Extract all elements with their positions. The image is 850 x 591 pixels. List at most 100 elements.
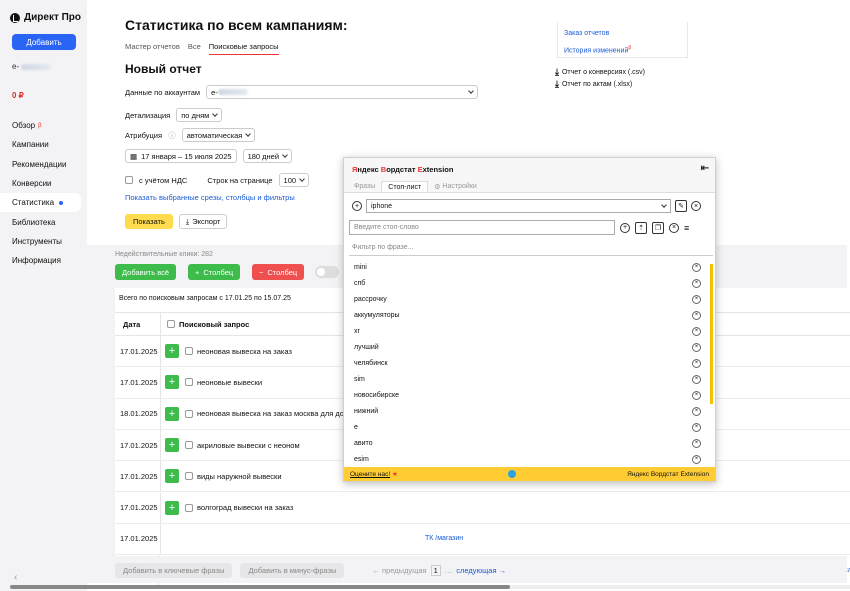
scrollbar-thumb[interactable]: [10, 585, 510, 589]
sidebar-item-recommendations[interactable]: Рекомендации: [0, 155, 87, 174]
order-reports-link[interactable]: Заказ отчетов: [564, 27, 681, 41]
remove-word-icon[interactable]: ×: [692, 278, 701, 288]
remove-word-icon[interactable]: ×: [692, 326, 701, 336]
sidebar-item-overview[interactable]: Обзор β: [0, 116, 87, 135]
tab-report-master[interactable]: Мастер отчетов: [125, 42, 180, 55]
tab-settings[interactable]: ⚙ Настройки: [428, 181, 483, 192]
sidebar-item-tools[interactable]: Инструменты: [0, 232, 87, 251]
filter-input[interactable]: Фильтр по фразе...: [349, 240, 713, 256]
date-range-picker[interactable]: ▦ 17 января – 15 июля 2025: [125, 149, 237, 163]
tab-all[interactable]: Все: [188, 42, 201, 55]
attribution-select[interactable]: автоматическая: [181, 128, 256, 142]
list-row: + iphone ✎ ×: [352, 199, 701, 213]
exit-icon[interactable]: ⇤: [701, 163, 709, 174]
show-slices-link[interactable]: Показать выбранные срезы, столбцы и филь…: [125, 193, 295, 202]
days-select[interactable]: 180 дней: [242, 149, 293, 163]
sidebar-item-statistics[interactable]: Статистика: [0, 193, 81, 213]
horizontal-scrollbar[interactable]: [10, 585, 850, 589]
conversions-report-download[interactable]: ⤓ Отчет о конверсиях (.csv): [555, 67, 645, 78]
toggle-switch[interactable]: [315, 266, 339, 278]
prev-page-link[interactable]: ← предыдущая: [372, 566, 426, 575]
query-text: неоновые вывески: [197, 377, 263, 387]
add-list-icon[interactable]: +: [352, 201, 362, 211]
help-icon[interactable]: ⓘ: [168, 130, 176, 141]
remove-word-icon[interactable]: ×: [692, 454, 701, 464]
remove-word-icon[interactable]: ×: [692, 374, 701, 384]
show-button[interactable]: Показать: [125, 214, 173, 229]
balance[interactable]: 0 ₽: [12, 91, 24, 100]
row-checkbox[interactable]: [185, 472, 193, 481]
row-checkbox[interactable]: [185, 409, 193, 418]
remove-word-icon[interactable]: ×: [692, 358, 701, 368]
remove-word-icon[interactable]: ×: [692, 406, 701, 416]
remove-word-icon[interactable]: ×: [692, 294, 701, 304]
remove-word-icon[interactable]: ×: [692, 422, 701, 432]
stop-word-item: спб ×: [349, 275, 713, 291]
remove-word-icon[interactable]: ×: [692, 438, 701, 448]
export-button[interactable]: ⤓ Экспорт: [178, 214, 228, 229]
add-phrase-button[interactable]: +: [165, 500, 179, 515]
list-scrollbar[interactable]: [710, 264, 713, 404]
vat-checkbox[interactable]: [125, 176, 133, 184]
rows-select[interactable]: 100: [278, 173, 310, 187]
remove-word-icon[interactable]: ×: [692, 310, 701, 320]
stop-word-item: е ×: [349, 419, 713, 435]
telegram-icon[interactable]: [508, 470, 517, 478]
detail-select[interactable]: по дням: [176, 108, 223, 122]
remove-word-icon[interactable]: ×: [692, 262, 701, 272]
add-all-button[interactable]: Добавить всё: [115, 264, 177, 280]
account-selector[interactable]: е-: [12, 62, 52, 71]
stopword-input[interactable]: Введите стоп-слово: [349, 220, 615, 235]
sort-icon[interactable]: ≡: [684, 223, 689, 233]
row-checkbox[interactable]: [185, 378, 193, 387]
remove-column-button[interactable]: − Столбец: [252, 264, 305, 280]
chevron-down-icon: [661, 202, 667, 208]
column-header-date[interactable]: Дата: [115, 313, 161, 335]
export-icon: ⤓: [185, 216, 190, 226]
rate-us-link[interactable]: Оцените нас!: [350, 471, 390, 478]
collapse-sidebar-icon[interactable]: ‹: [14, 572, 17, 583]
remove-word-icon[interactable]: ×: [692, 342, 701, 352]
add-to-keywords-button[interactable]: Добавить в ключевые фразы: [115, 563, 233, 578]
delete-list-icon[interactable]: ×: [691, 201, 701, 211]
edit-list-icon[interactable]: ✎: [675, 200, 687, 212]
clear-icon[interactable]: ×: [669, 222, 679, 233]
row-checkbox[interactable]: [185, 503, 193, 512]
row-checkbox[interactable]: [185, 441, 193, 450]
add-to-minus-button[interactable]: Добавить в минус-фразы: [240, 563, 345, 578]
add-phrase-button[interactable]: +: [165, 406, 179, 421]
add-phrase-button[interactable]: +: [165, 438, 179, 453]
select-all-checkbox[interactable]: [167, 320, 175, 328]
sidebar-item-library[interactable]: Библиотека: [0, 212, 87, 231]
sidebar-item-campaigns[interactable]: Кампании: [0, 135, 87, 154]
add-button[interactable]: Добавить: [12, 34, 76, 50]
chevron-down-icon: [299, 176, 305, 182]
acts-report-download[interactable]: ⤓ Отчет по актам (.xlsx): [555, 79, 632, 90]
add-stopword-icon[interactable]: +: [620, 222, 630, 233]
tab-stop-list[interactable]: Стоп-лист: [381, 181, 429, 192]
logo[interactable]: Директ Про: [10, 12, 81, 23]
add-column-button[interactable]: + Столбец: [188, 264, 241, 280]
stop-word-text: аккумуляторы: [354, 311, 400, 319]
remove-word-icon[interactable]: ×: [692, 390, 701, 400]
history-link[interactable]: История изменений: [564, 47, 628, 54]
chevron-down-icon: [468, 88, 474, 94]
accounts-select[interactable]: е-: [206, 85, 479, 99]
add-phrase-button[interactable]: +: [165, 469, 179, 484]
campaign-link[interactable]: ТК /магазин: [425, 535, 463, 542]
extension-title: Яндекс Вордстат Extension: [352, 165, 454, 174]
sidebar-item-conversions[interactable]: Конверсии: [0, 174, 87, 193]
next-page-link[interactable]: следующая →: [456, 566, 506, 575]
stop-list-select[interactable]: iphone: [366, 199, 671, 213]
tab-phrases[interactable]: Фразы: [348, 181, 381, 192]
column-header-query[interactable]: Поисковый запрос: [161, 320, 249, 329]
sidebar-item-info[interactable]: Информация: [0, 251, 87, 270]
import-icon[interactable]: ⇡: [635, 221, 647, 234]
add-phrase-button[interactable]: +: [165, 375, 179, 390]
tab-search-queries[interactable]: Поисковые запросы: [208, 42, 279, 55]
row-checkbox[interactable]: [185, 347, 193, 356]
add-phrase-button[interactable]: +: [165, 344, 179, 359]
stop-word-item: челябинск ×: [349, 355, 713, 371]
copy-icon[interactable]: ❐: [652, 221, 664, 234]
page-number[interactable]: 1: [430, 565, 441, 576]
